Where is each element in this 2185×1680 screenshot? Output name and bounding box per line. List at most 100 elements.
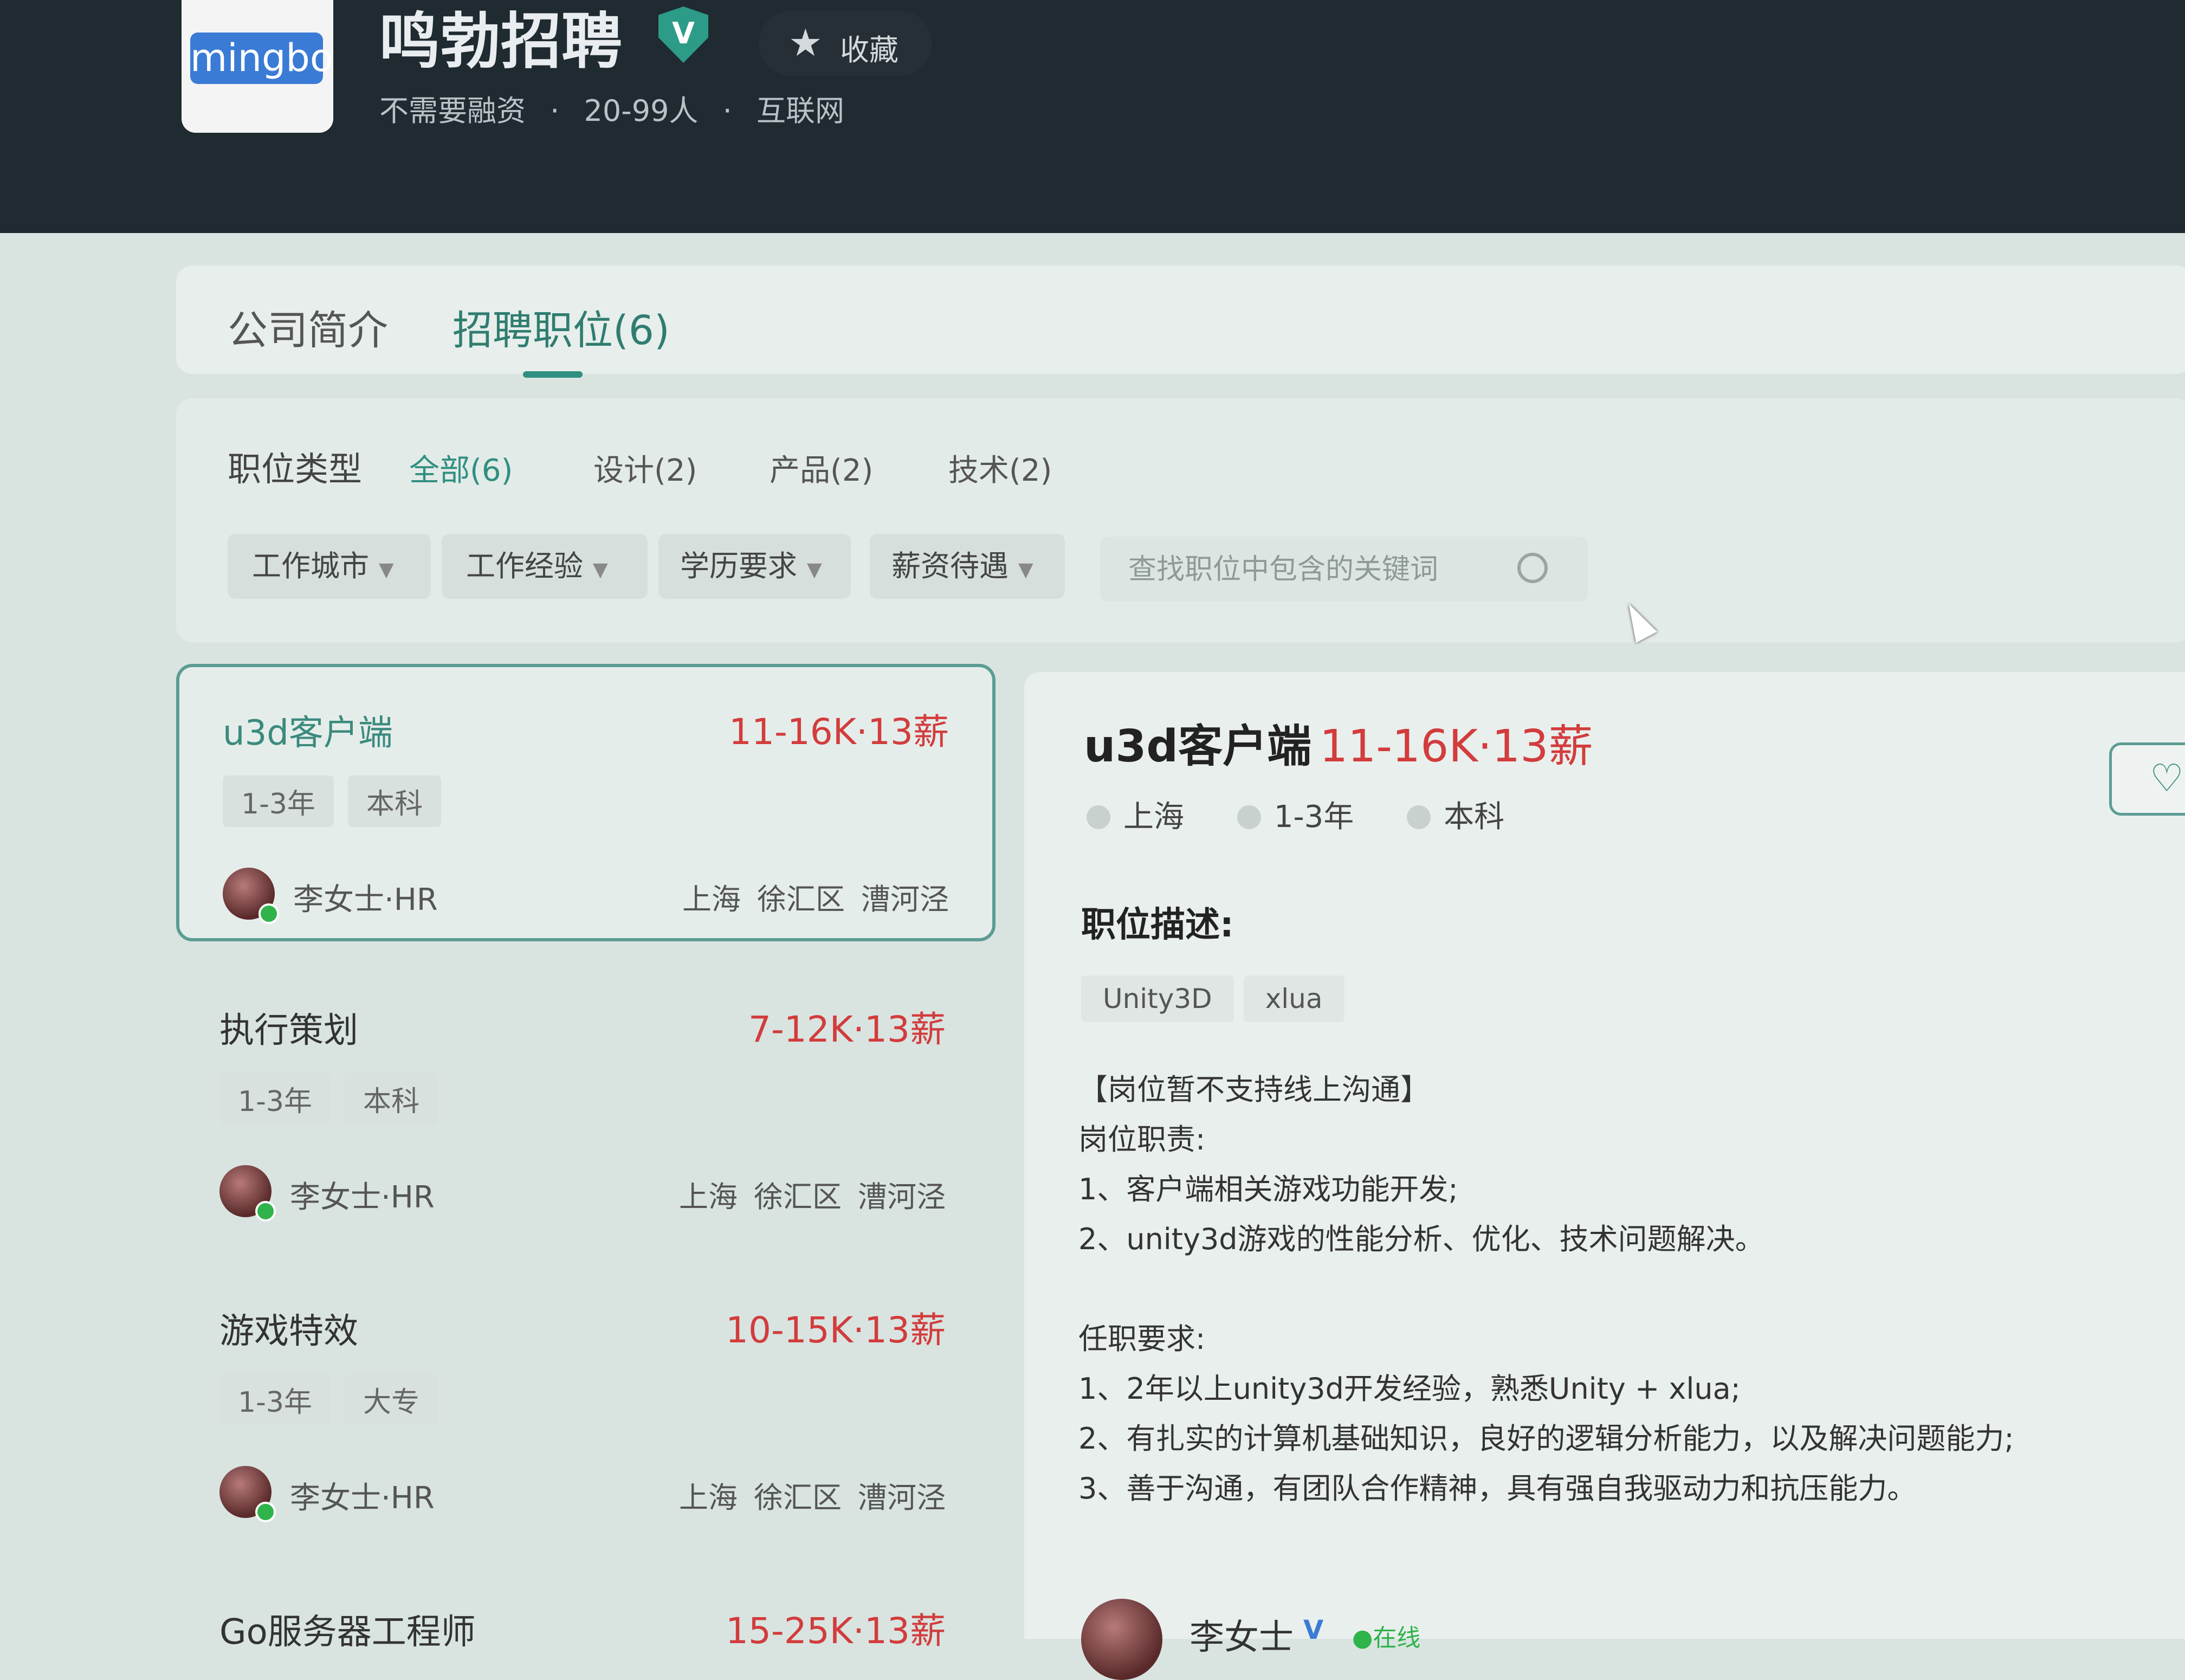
- job-card[interactable]: 执行策划 7-12K·13薪 1-3年 本科 李女士·HR 上海 徐汇区 漕河泾: [176, 965, 989, 1236]
- job-salary: 7-12K·13薪: [748, 1009, 946, 1050]
- dropdown-education[interactable]: 学历要求 ▼: [658, 534, 851, 599]
- meta-separator: ·: [722, 94, 732, 128]
- filter-type-product[interactable]: 产品(2): [770, 446, 873, 490]
- job-tags: 1-3年 本科: [219, 1073, 452, 1125]
- meta-separator: ·: [550, 94, 560, 128]
- detail-job-salary: 11-16K·13薪: [1320, 721, 1593, 772]
- filter-type-tech[interactable]: 技术(2): [948, 446, 1052, 490]
- company-logo: mingbo: [182, 0, 333, 133]
- company-tabs: 公司简介 招聘职位(6): [176, 266, 2185, 378]
- job-card-selected[interactable]: u3d客户端 11-16K·13薪 1-3年 本科 李女士·HR 上海 徐汇区 漕河泾: [176, 664, 995, 941]
- job-tag-experience: 1-3年: [223, 776, 334, 827]
- job-tag-experience: 1-3年: [219, 1374, 331, 1425]
- location-city: 上海: [679, 1481, 738, 1515]
- favorite-button[interactable]: ★ 收藏: [759, 11, 932, 76]
- search-icon[interactable]: [1517, 553, 1548, 583]
- online-status-dot-icon: [255, 1201, 276, 1222]
- location-district: 徐汇区: [757, 882, 845, 916]
- job-detail-panel: u3d客户端 11-16K·13薪 ♡ 上海 1-3年 本科 职位描述: Uni…: [1024, 672, 2185, 1680]
- star-icon: ★: [788, 21, 823, 65]
- job-title: 执行策划: [219, 1011, 358, 1051]
- job-salary: 15-25K·13薪: [725, 1610, 946, 1652]
- job-tag-education: 大专: [344, 1374, 438, 1425]
- location-district: 徐汇区: [754, 1180, 842, 1214]
- hr-online-status: ●在线: [1352, 1624, 1421, 1652]
- chevron-down-icon: ▼: [593, 559, 608, 581]
- favorite-job-button[interactable]: ♡: [2109, 742, 2185, 816]
- online-status-dot-icon: [255, 1502, 276, 1522]
- hr-name: 李女士·HR: [293, 882, 438, 917]
- keyword-search-input[interactable]: [1127, 546, 1498, 593]
- hr-name: 李女士: [1190, 1618, 1294, 1658]
- detail-location-text: 上海: [1123, 799, 1184, 835]
- verified-shield-icon: V: [658, 7, 708, 63]
- verified-badge-icon: V: [1303, 1615, 1324, 1645]
- briefcase-icon: [1237, 805, 1261, 829]
- location-city: 上海: [679, 1180, 738, 1214]
- location-city: 上海: [682, 882, 741, 916]
- job-description-heading: 职位描述:: [1081, 905, 1234, 945]
- job-salary: 11-16K·13薪: [728, 711, 949, 753]
- skill-tag: xlua: [1243, 975, 1344, 1022]
- job-card[interactable]: Go服务器工程师 15-25K·13薪: [176, 1566, 989, 1652]
- job-title: 游戏特效: [219, 1311, 358, 1352]
- hr-avatar: [1081, 1599, 1162, 1680]
- job-card[interactable]: 游戏特效 10-15K·13薪 1-3年 大专 李女士·HR 上海 徐汇区 漕河泾: [176, 1265, 989, 1536]
- job-filters: 职位类型 全部(6) 设计(2) 产品(2) 技术(2) 工作城市 ▼ 工作经验 ▼…: [176, 398, 2185, 642]
- detail-experience: 1-3年: [1237, 792, 1354, 836]
- dropdown-label: 学历要求: [680, 549, 797, 583]
- dropdown-work-experience[interactable]: 工作经验 ▼: [442, 534, 648, 599]
- favorite-label: 收藏: [840, 33, 898, 67]
- filter-type-design[interactable]: 设计(2): [593, 446, 697, 490]
- detail-job-meta: 上海 1-3年 本科: [1087, 792, 1548, 836]
- keyword-search-box[interactable]: [1100, 537, 1588, 602]
- tab-job-openings[interactable]: 招聘职位(6): [452, 298, 670, 356]
- tab-company-intro[interactable]: 公司简介: [228, 298, 388, 356]
- job-tag-experience: 1-3年: [219, 1073, 331, 1125]
- company-name: 鸣勃招聘: [379, 8, 622, 75]
- job-salary: 10-15K·13薪: [725, 1309, 946, 1351]
- detail-job-title: u3d客户端: [1084, 721, 1312, 772]
- skill-tag: Unity3D: [1081, 975, 1234, 1022]
- company-funding: 不需要融资: [379, 94, 526, 128]
- graduation-cap-icon: [1407, 805, 1431, 829]
- job-title: u3d客户端: [223, 713, 393, 753]
- skill-tags: Unity3D xlua: [1081, 975, 1354, 1022]
- job-tag-education: 本科: [347, 776, 441, 827]
- location-district: 徐汇区: [754, 1481, 842, 1515]
- job-description-text: 【岗位暂不支持线上沟通】 岗位职责: 1、客户端相关游戏功能开发; 2、unit…: [1078, 1072, 2014, 1505]
- active-tab-indicator: [523, 371, 583, 378]
- detail-experience-text: 1-3年: [1273, 799, 1354, 835]
- chevron-down-icon: ▼: [379, 559, 394, 581]
- job-tag-education: 本科: [344, 1073, 438, 1125]
- company-header: mingbo 鸣勃招聘 V ★ 收藏 不需要融资 · 20-99人 · 互联网: [0, 0, 2185, 233]
- detail-education: 本科: [1407, 792, 1504, 836]
- location-area: 漕河泾: [858, 1481, 946, 1515]
- detail-location: 上海: [1087, 792, 1184, 836]
- location-pin-icon: [1087, 805, 1110, 829]
- job-tags: 1-3年 本科: [223, 776, 455, 827]
- company-logo-badge: mingbo: [190, 33, 333, 84]
- detail-education-text: 本科: [1444, 799, 1505, 835]
- filter-type-all[interactable]: 全部(6): [409, 446, 513, 490]
- job-title: Go服务器工程师: [219, 1612, 476, 1652]
- job-location: 上海 徐汇区 漕河泾: [663, 1173, 946, 1216]
- dropdown-label: 工作经验: [466, 549, 583, 583]
- hr-name: 李女士·HR: [290, 1481, 435, 1516]
- job-location: 上海 徐汇区 漕河泾: [666, 875, 949, 918]
- job-location: 上海 徐汇区 漕河泾: [663, 1474, 946, 1516]
- online-status-dot-icon: [258, 903, 279, 924]
- dropdown-work-city[interactable]: 工作城市 ▼: [228, 534, 431, 599]
- location-area: 漕河泾: [861, 882, 949, 916]
- company-industry: 互联网: [756, 94, 844, 128]
- dropdown-salary[interactable]: 薪资待遇 ▼: [870, 534, 1065, 599]
- job-tags: 1-3年 大专: [219, 1374, 452, 1425]
- hr-name: 李女士·HR: [290, 1180, 435, 1215]
- company-meta: 不需要融资 · 20-99人 · 互联网: [379, 87, 859, 130]
- job-type-label: 职位类型: [228, 449, 363, 489]
- heart-icon: ♡: [2150, 756, 2184, 800]
- location-area: 漕河泾: [858, 1180, 946, 1214]
- dropdown-label: 薪资待遇: [891, 549, 1009, 583]
- dropdown-label: 工作城市: [252, 549, 369, 583]
- chevron-down-icon: ▼: [807, 559, 822, 581]
